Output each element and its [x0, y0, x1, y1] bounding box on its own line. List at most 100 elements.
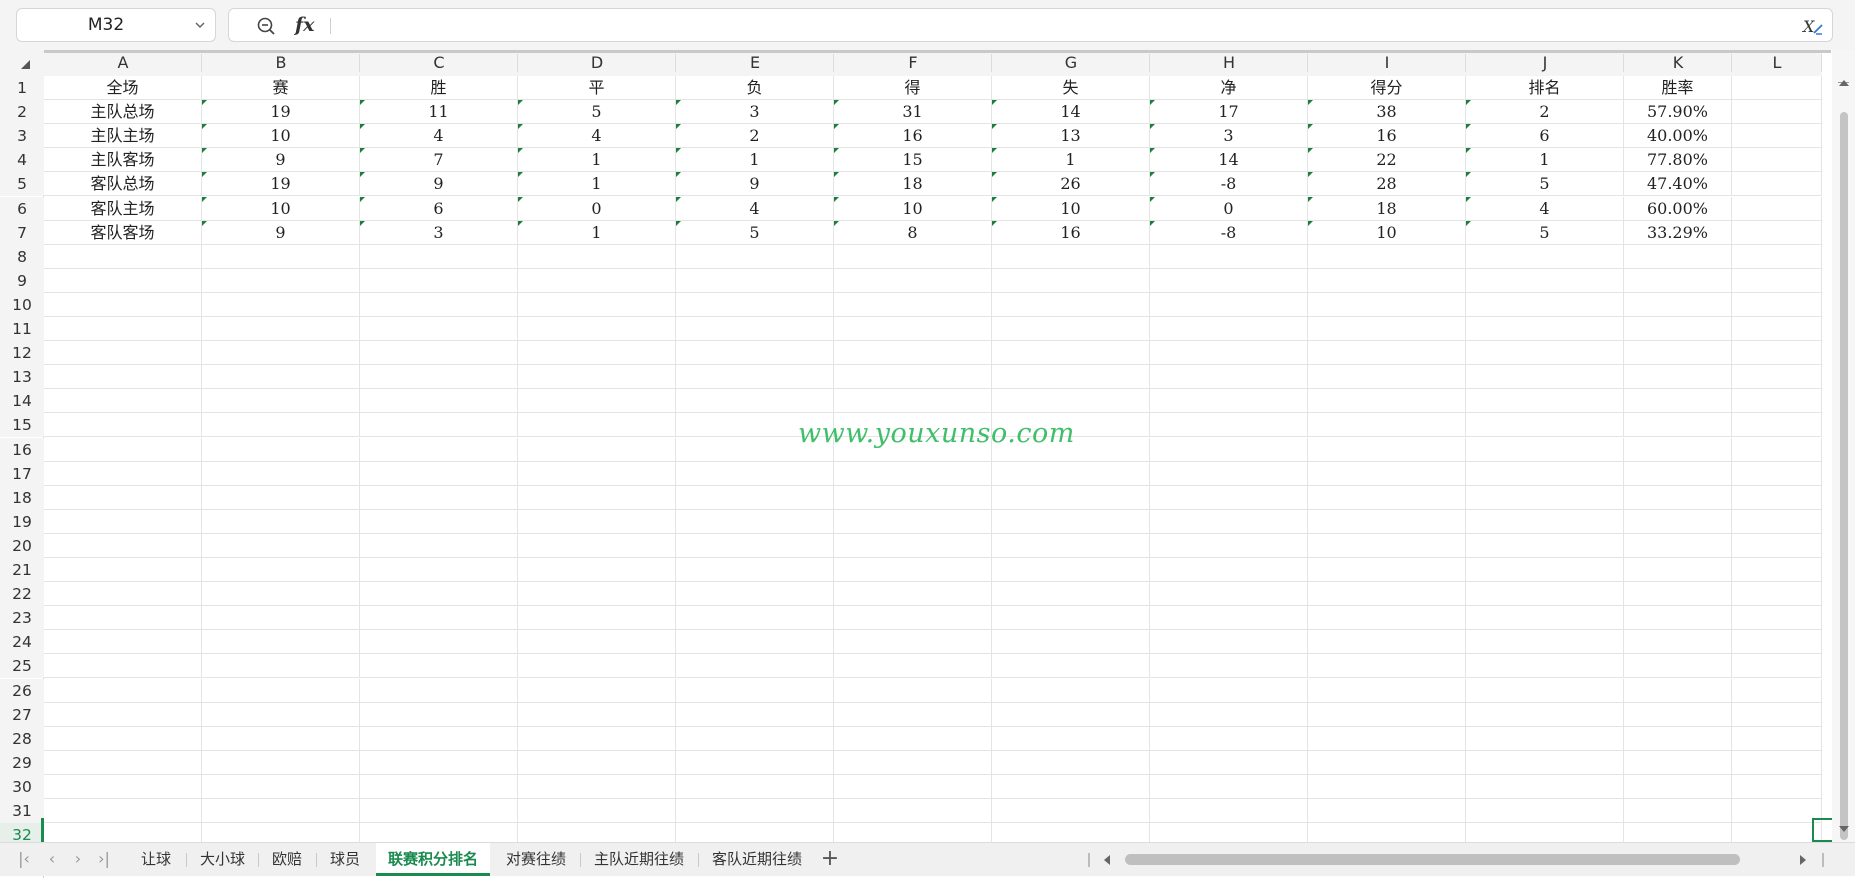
cell-d7[interactable]: 1	[518, 220, 676, 245]
cell-l20[interactable]	[1732, 533, 1822, 558]
cell-c3[interactable]: 4	[360, 124, 518, 149]
cell-b26[interactable]	[202, 678, 360, 703]
row-header-7[interactable]: 7	[0, 220, 44, 245]
cell-l17[interactable]	[1732, 461, 1822, 486]
cell-i10[interactable]	[1308, 292, 1466, 317]
cell-b1[interactable]: 赛	[202, 76, 360, 100]
cell-h29[interactable]	[1150, 750, 1308, 775]
cell-e10[interactable]	[676, 292, 834, 317]
cell-e24[interactable]	[676, 630, 834, 655]
cell-b5[interactable]: 19	[202, 172, 360, 197]
cell-g18[interactable]	[992, 485, 1150, 510]
sheet-tab-3[interactable]: 欧赔	[260, 843, 314, 876]
cell-c19[interactable]	[360, 509, 518, 534]
cell-j17[interactable]	[1466, 461, 1624, 486]
cell-e17[interactable]	[676, 461, 834, 486]
cell-c1[interactable]: 胜	[360, 76, 518, 100]
cell-e26[interactable]	[676, 678, 834, 703]
scroll-right-icon[interactable]	[1800, 855, 1806, 865]
cell-h26[interactable]	[1150, 678, 1308, 703]
cell-f8[interactable]	[834, 244, 992, 269]
row-header-6[interactable]: 6	[0, 196, 44, 221]
cell-k22[interactable]	[1624, 582, 1732, 607]
cell-l6[interactable]	[1732, 196, 1822, 221]
cell-b23[interactable]	[202, 606, 360, 631]
cell-j27[interactable]	[1466, 702, 1624, 727]
cell-f31[interactable]	[834, 799, 992, 823]
cell-b11[interactable]	[202, 317, 360, 341]
cell-i11[interactable]	[1308, 317, 1466, 341]
cell-a30[interactable]	[44, 774, 202, 799]
sheet-tab-5[interactable]: 联赛积分排名	[376, 843, 490, 876]
cell-k23[interactable]	[1624, 606, 1732, 631]
cell-h2[interactable]: 17	[1150, 100, 1308, 125]
scroll-down-icon[interactable]	[1839, 826, 1849, 832]
insert-function-button[interactable]: fx	[295, 11, 315, 39]
cell-i27[interactable]	[1308, 702, 1466, 727]
cell-g29[interactable]	[992, 750, 1150, 775]
first-sheet-icon[interactable]: |‹	[14, 849, 34, 869]
cell-e12[interactable]	[676, 341, 834, 366]
cell-i28[interactable]	[1308, 726, 1466, 751]
cell-k27[interactable]	[1624, 702, 1732, 727]
cell-e5[interactable]: 9	[676, 172, 834, 197]
cell-d27[interactable]	[518, 702, 676, 727]
cell-l3[interactable]	[1732, 124, 1822, 149]
cell-k24[interactable]	[1624, 630, 1732, 655]
cell-g11[interactable]	[992, 317, 1150, 341]
cell-i17[interactable]	[1308, 461, 1466, 486]
vertical-scroll-thumb[interactable]	[1840, 112, 1848, 840]
cell-j11[interactable]	[1466, 317, 1624, 341]
cell-e30[interactable]	[676, 774, 834, 799]
cell-b22[interactable]	[202, 582, 360, 607]
cell-d11[interactable]	[518, 317, 676, 341]
cell-b24[interactable]	[202, 630, 360, 655]
cell-h17[interactable]	[1150, 461, 1308, 486]
cell-e11[interactable]	[676, 317, 834, 341]
cell-e28[interactable]	[676, 726, 834, 751]
cell-i15[interactable]	[1308, 413, 1466, 438]
cell-b4[interactable]: 9	[202, 148, 360, 173]
cell-f24[interactable]	[834, 630, 992, 655]
cell-c25[interactable]	[360, 654, 518, 679]
sheet-tab-7[interactable]: 主队近期往绩	[582, 843, 696, 876]
cell-b7[interactable]: 9	[202, 220, 360, 245]
cell-f3[interactable]: 16	[834, 124, 992, 149]
cell-a23[interactable]	[44, 606, 202, 631]
row-header-2[interactable]: 2	[0, 100, 44, 125]
cell-a21[interactable]	[44, 558, 202, 582]
cell-a6[interactable]: 客队主场	[44, 196, 202, 221]
cell-i29[interactable]	[1308, 750, 1466, 775]
cell-d6[interactable]: 0	[518, 196, 676, 221]
cell-h16[interactable]	[1150, 437, 1308, 462]
cell-a31[interactable]	[44, 799, 202, 823]
cell-a28[interactable]	[44, 726, 202, 751]
cell-g26[interactable]	[992, 678, 1150, 703]
row-header-18[interactable]: 18	[0, 485, 44, 510]
cell-b8[interactable]	[202, 244, 360, 269]
sheet-tab-8[interactable]: 客队近期往绩	[700, 843, 814, 876]
cell-e9[interactable]	[676, 268, 834, 293]
cell-l29[interactable]	[1732, 750, 1822, 775]
cell-c8[interactable]	[360, 244, 518, 269]
cell-i12[interactable]	[1308, 341, 1466, 366]
cell-a9[interactable]	[44, 268, 202, 293]
cell-j6[interactable]: 4	[1466, 196, 1624, 221]
column-header-e[interactable]: E	[676, 50, 834, 76]
cell-i21[interactable]	[1308, 558, 1466, 582]
cell-g9[interactable]	[992, 268, 1150, 293]
cell-f25[interactable]	[834, 654, 992, 679]
row-header-21[interactable]: 21	[0, 558, 44, 582]
cell-h20[interactable]	[1150, 533, 1308, 558]
cell-d24[interactable]	[518, 630, 676, 655]
cell-k29[interactable]	[1624, 750, 1732, 775]
active-cell-border[interactable]	[1812, 818, 1832, 842]
cell-e2[interactable]: 3	[676, 100, 834, 125]
cell-e25[interactable]	[676, 654, 834, 679]
cell-h27[interactable]	[1150, 702, 1308, 727]
cell-b3[interactable]: 10	[202, 124, 360, 149]
cell-h10[interactable]	[1150, 292, 1308, 317]
row-header-1[interactable]: 1	[0, 76, 44, 100]
cell-g13[interactable]	[992, 365, 1150, 390]
cell-c28[interactable]	[360, 726, 518, 751]
